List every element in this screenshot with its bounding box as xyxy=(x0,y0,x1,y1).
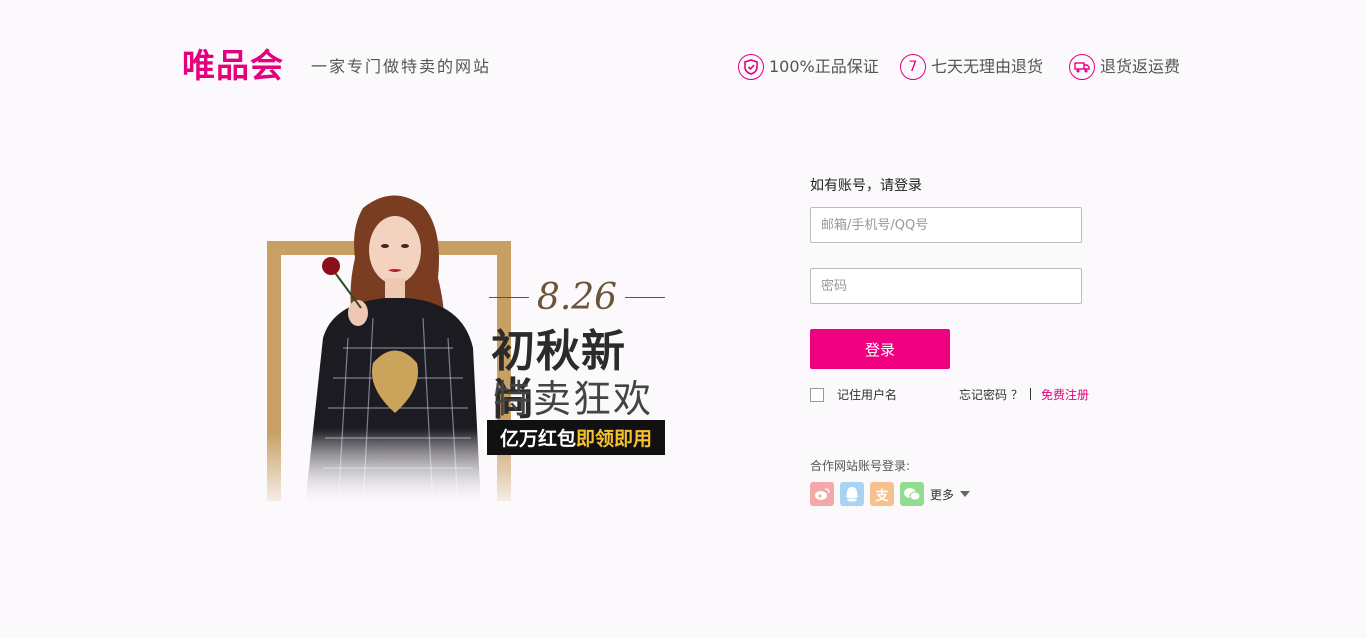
login-button[interactable]: 登录 xyxy=(810,329,950,369)
promise-label: 100%正品保证 xyxy=(769,57,879,76)
promise-return: 7 七天无理由退货 xyxy=(900,52,1043,82)
shield-icon xyxy=(738,54,764,80)
divider xyxy=(489,297,529,298)
forgot-password-link[interactable]: 忘记密码 ？ xyxy=(959,386,1023,403)
promise-freight: 退货返运费 xyxy=(1069,52,1180,82)
seven-days-icon: 7 xyxy=(900,54,926,80)
link-separator xyxy=(1030,388,1031,400)
truck-icon xyxy=(1069,54,1095,80)
promo-subline: 特卖狂欢 xyxy=(493,377,654,421)
partner-login-list: 支 更多 xyxy=(810,482,971,506)
promise-label: 退货返运费 xyxy=(1100,57,1181,76)
promo-date-row: 8.26 xyxy=(489,277,665,318)
more-label: 更多 xyxy=(930,487,955,502)
red-packet-badge: 亿万红包 即领即用 xyxy=(484,420,665,455)
alipay-icon[interactable]: 支 xyxy=(870,482,894,506)
site-slogan: 一家专门做特卖的网站 xyxy=(311,57,492,76)
wechat-icon[interactable] xyxy=(900,482,924,506)
remember-label: 记住用户名 xyxy=(837,388,898,402)
login-title: 如有账号，请登录 xyxy=(810,178,922,194)
weibo-icon[interactable] xyxy=(810,482,834,506)
partner-login-title: 合作网站账号登录: xyxy=(810,459,911,473)
more-partners-dropdown[interactable]: 更多 xyxy=(930,486,971,503)
promo-banner[interactable]: 8.26 初秋新尚 特卖狂欢 亿万红包 即领即用 xyxy=(265,182,665,512)
qq-icon[interactable] xyxy=(840,482,864,506)
password-input[interactable] xyxy=(810,268,1082,304)
register-link[interactable]: 免费注册 xyxy=(1041,386,1089,403)
promise-label: 七天无理由退货 xyxy=(931,57,1044,76)
chevron-down-icon xyxy=(960,491,971,497)
site-logo[interactable]: 唯品会 xyxy=(182,46,284,86)
badge-main-text: 亿万红包 xyxy=(499,428,576,450)
remember-checkbox[interactable] xyxy=(810,387,824,402)
remember-username[interactable]: 记住用户名 xyxy=(810,386,897,403)
divider xyxy=(625,297,665,298)
promise-genuine: 100%正品保证 xyxy=(738,52,879,82)
promo-date: 8.26 xyxy=(536,277,618,318)
username-input[interactable] xyxy=(810,207,1082,243)
badge-highlight-text: 即领即用 xyxy=(576,428,653,450)
